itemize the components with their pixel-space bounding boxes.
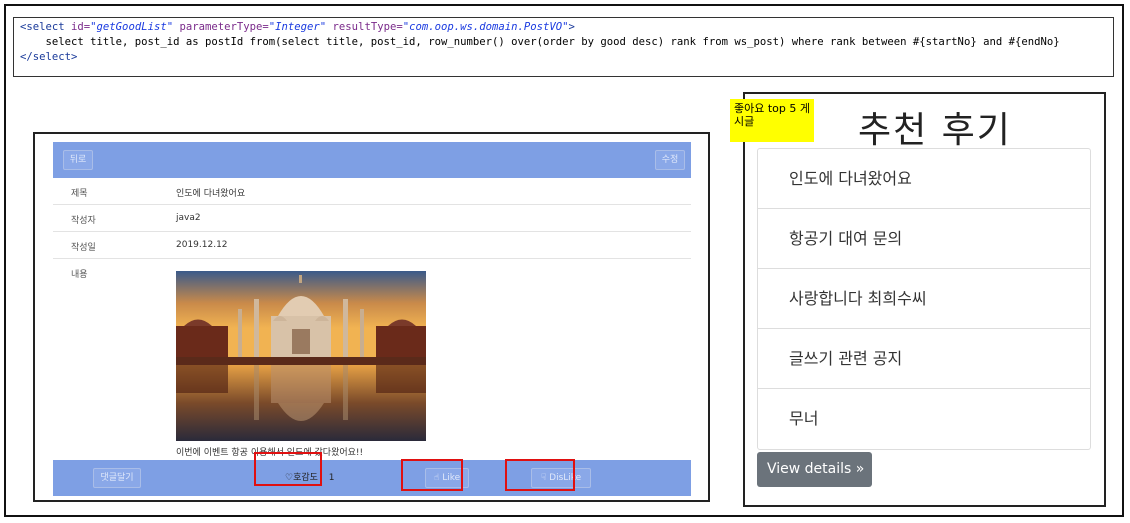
- field-row-date: 작성일 2019.12.12: [53, 232, 691, 259]
- code-query-line: select title, post_id as postId from(sel…: [20, 36, 1060, 48]
- code-attr-parametertype: parameterType=: [173, 21, 269, 33]
- edit-button[interactable]: 수정: [655, 150, 685, 170]
- recommend-title: 추천 후기: [858, 110, 1012, 151]
- code-end-tag: </select>: [20, 51, 78, 63]
- view-details-button[interactable]: View details »: [757, 452, 872, 487]
- highlight-dislike-button: [505, 459, 575, 491]
- recommend-item[interactable]: 항공기 대여 문의: [758, 209, 1090, 269]
- post-header-bar: 뒤로 수정: [53, 142, 691, 178]
- comment-button[interactable]: 댓글달기: [93, 468, 141, 488]
- code-snippet: <select id="getGoodList" parameterType="…: [13, 17, 1114, 77]
- recommend-item[interactable]: 사랑합니다 최희수씨: [758, 269, 1090, 329]
- field-label: 작성자: [71, 216, 96, 226]
- recommend-item[interactable]: 인도에 다녀왔어요: [758, 149, 1090, 209]
- field-row-title: 제목 인도에 다녀왔어요: [53, 178, 691, 205]
- field-row-author: 작성자 java2: [53, 205, 691, 232]
- highlight-likability: [254, 452, 322, 486]
- post-footer-bar: 댓글달기 ♡호감도 1 ☝ Like ☟ DisLike: [53, 460, 691, 496]
- code-tag-close: >: [568, 21, 575, 33]
- code-val-resulttype: "com.oop.ws.domain.PostVO": [402, 21, 569, 33]
- field-label: 내용: [71, 270, 88, 280]
- field-label: 제목: [71, 189, 88, 199]
- post-detail-panel: 뒤로 수정 제목 인도에 다녀왔어요 작성자 java2 작성일 2019.12…: [33, 132, 710, 502]
- recommend-list: 인도에 다녀왔어요 항공기 대여 문의 사랑합니다 최희수씨 글쓰기 관련 공지…: [757, 148, 1091, 450]
- field-value: 2019.12.12: [176, 240, 228, 250]
- back-button[interactable]: 뒤로: [63, 150, 93, 170]
- recommend-item[interactable]: 무너: [758, 389, 1090, 449]
- code-val-id: "getGoodList": [90, 21, 174, 33]
- recommend-item[interactable]: 글쓰기 관련 공지: [758, 329, 1090, 389]
- post-photo-taj-mahal: [176, 271, 426, 441]
- code-attr-resulttype: resultType=: [326, 21, 403, 33]
- highlight-like-button: [401, 459, 463, 491]
- field-value: java2: [176, 213, 201, 223]
- code-val-parametertype: "Integer": [268, 21, 327, 33]
- code-tag-open: <select: [20, 21, 72, 33]
- code-attr-id: id=: [71, 21, 91, 33]
- like-count: 1: [328, 473, 335, 483]
- field-value: 인도에 다녀왔어요: [176, 189, 246, 199]
- post-body: 제목 인도에 다녀왔어요 작성자 java2 작성일 2019.12.12 내용: [53, 178, 691, 460]
- field-label: 작성일: [71, 243, 96, 253]
- annotation-note: 좋아요 top 5 게시글: [730, 99, 814, 142]
